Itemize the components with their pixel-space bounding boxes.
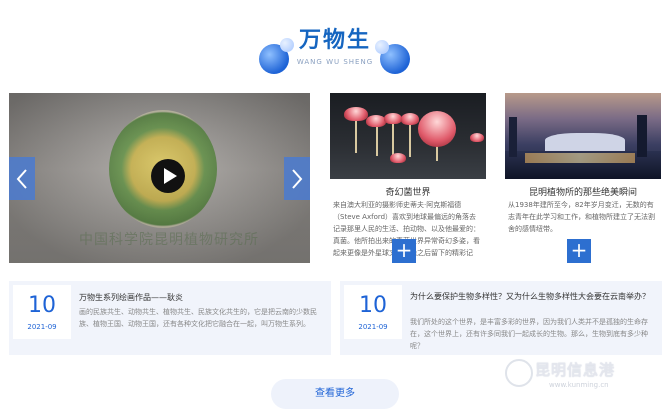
decor	[509, 117, 517, 157]
news-description: 画的民族共生、动物共生、植物共生、民族文化共生的，它是把云南的少数民族、植物王国…	[79, 308, 317, 328]
date-day: 10	[28, 293, 56, 318]
page: 万物生 WANG WU SHENG 中国科学院昆明植物研究所 奇幻菌世界 来自澳…	[0, 0, 670, 411]
view-more-button[interactable]: 查看更多	[271, 379, 399, 409]
chevron-left-icon[interactable]	[9, 157, 35, 200]
decor	[637, 115, 647, 157]
video-caption: 中国科学院昆明植物研究所	[79, 232, 259, 248]
decor	[390, 153, 406, 163]
watermark: 昆明信息港 www.kunming.cn	[505, 359, 655, 399]
date-day: 10	[359, 293, 387, 318]
news-title[interactable]: 为什么要保护生物多样性？又为什么生物多样性大会要在云南举办？	[410, 291, 655, 303]
decor	[366, 115, 386, 127]
watermark-url: www.kunming.cn	[549, 381, 609, 389]
decor	[344, 107, 368, 121]
section-title: 万物生	[298, 28, 371, 53]
plus-icon[interactable]: +	[567, 239, 591, 263]
card-title: 昆明植物所的那些绝美瞬间	[528, 188, 637, 198]
news-title[interactable]: 万物生系列绘画作品——耿炎	[79, 292, 324, 304]
chevron-right-icon[interactable]	[284, 157, 310, 200]
decor	[401, 113, 419, 125]
decor	[525, 153, 635, 163]
watermark-text: 昆明信息港	[535, 361, 616, 379]
watermark-logo-icon	[505, 359, 533, 387]
decor	[545, 133, 625, 151]
card-title: 奇幻菌世界	[385, 188, 431, 198]
date-year-month: 2021-09	[358, 323, 388, 331]
section-subtitle: WANG WU SHENG	[296, 58, 374, 66]
decor	[418, 111, 456, 147]
news-item[interactable]: 10 2021-09 为什么要保护生物多样性？又为什么生物多样性大会要在云南举办…	[340, 281, 662, 355]
play-icon[interactable]	[151, 159, 185, 193]
date-box: 10 2021-09	[13, 285, 71, 339]
date-year-month: 2021-09	[27, 323, 57, 331]
card-image	[330, 93, 486, 179]
news-description: 我们所处的这个世界，是丰富多彩的世界，因为我们人类并不是孤独的生命存在，这个世界…	[410, 318, 648, 350]
news-item[interactable]: 10 2021-09 万物生系列绘画作品——耿炎 画的民族共生、动物共生、植物共…	[9, 281, 331, 355]
date-box: 10 2021-09	[344, 285, 402, 339]
video-player[interactable]: 中国科学院昆明植物研究所	[9, 93, 310, 263]
card-image	[505, 93, 661, 179]
plus-icon[interactable]: +	[392, 239, 416, 263]
decor	[384, 113, 402, 124]
section-header: 万物生 WANG WU SHENG	[0, 0, 670, 80]
decor	[470, 133, 484, 142]
